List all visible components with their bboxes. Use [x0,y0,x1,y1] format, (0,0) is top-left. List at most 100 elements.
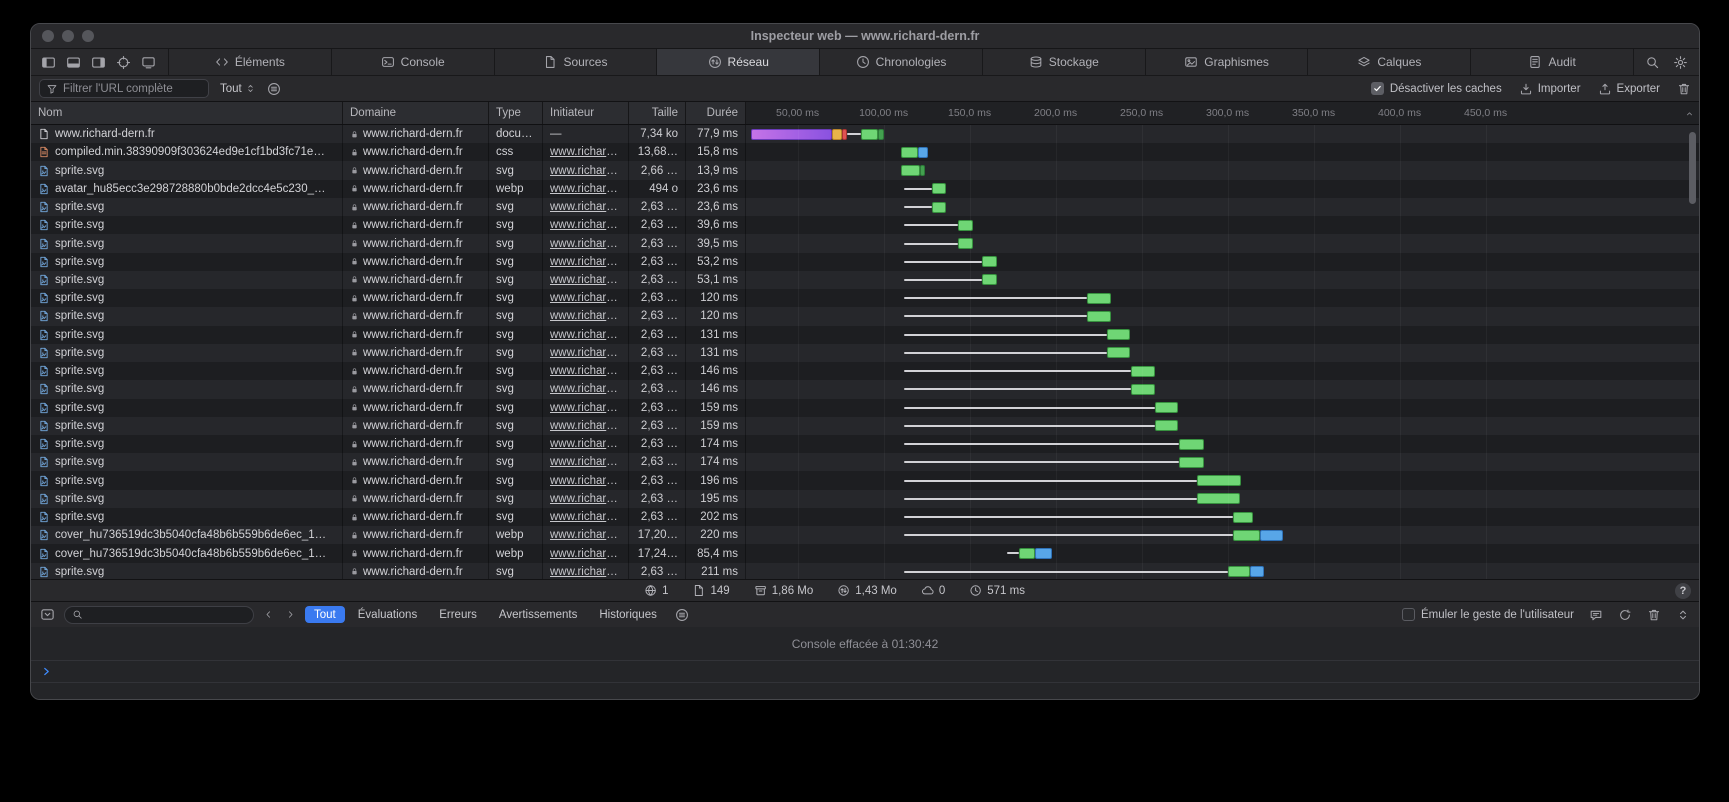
table-row[interactable]: sprite.svgwww.richard-dern.frsvgwww.rich… [31,289,1699,307]
toggle-bottom-panel-button[interactable] [66,55,81,70]
tab-console[interactable]: Console [332,49,495,75]
console-messages-button[interactable] [1589,608,1603,622]
resource-initiator[interactable]: www.richard-d… [550,329,621,341]
tab-audit[interactable]: Audit [1471,49,1634,75]
console-mode-button[interactable] [40,607,55,622]
tab-layers[interactable]: Calques [1308,49,1471,75]
emulate-user-gesture-checkbox[interactable]: Émuler le geste de l'utilisateur [1402,608,1574,621]
table-row[interactable]: sprite.svgwww.richard-dern.frsvgwww.rich… [31,435,1699,453]
resource-initiator[interactable]: www.richard-d… [550,420,621,432]
resource-initiator[interactable]: www.richard-d… [550,402,621,414]
table-row[interactable]: sprite.svgwww.richard-dern.frsvgwww.rich… [31,563,1699,579]
resource-initiator[interactable]: www.richard-d… [550,292,621,304]
resource-initiator[interactable]: www.richard-d… [550,456,621,468]
table-row[interactable]: sprite.svgwww.richard-dern.frsvgwww.rich… [31,198,1699,216]
resource-initiator[interactable]: www.richard-d… [550,493,621,505]
toggle-console-size-button[interactable] [1676,608,1690,622]
console-scope-tout[interactable]: Tout [305,606,345,623]
toggle-left-sidebar-button[interactable] [41,55,56,70]
table-row[interactable]: sprite.svgwww.richard-dern.frsvgwww.rich… [31,380,1699,398]
resource-initiator[interactable]: www.richard-d… [550,511,621,523]
clear-console-button[interactable] [1647,608,1661,622]
table-row[interactable]: cover_hu736519dc3b5040cfa48b6b559b6de6ec… [31,526,1699,544]
tab-timelines[interactable]: Chronologies [820,49,983,75]
zoom-button[interactable] [82,30,94,42]
table-row[interactable]: sprite.svgwww.richard-dern.frsvgwww.rich… [31,508,1699,526]
resource-initiator[interactable]: www.richard-d… [550,475,621,487]
table-row[interactable]: sprite.svgwww.richard-dern.frsvgwww.rich… [31,471,1699,489]
titlebar[interactable]: Inspecteur web — www.richard-dern.fr [31,24,1699,49]
help-button[interactable]: ? [1675,583,1691,599]
console-scope-historiques[interactable]: Historiques [590,606,666,623]
filter-options-button[interactable] [267,82,281,96]
toggle-right-sidebar-button[interactable] [91,55,106,70]
responsive-mode-button[interactable] [141,55,156,70]
console-prompt[interactable] [31,661,1699,683]
table-row[interactable]: sprite.svgwww.richard-dern.frsvgwww.rich… [31,216,1699,234]
search-button[interactable] [1645,55,1660,70]
resource-initiator[interactable]: www.richard-d… [550,438,621,450]
console-scope-erreurs[interactable]: Erreurs [430,606,486,623]
close-button[interactable] [42,30,54,42]
next-message-button[interactable] [285,609,296,620]
table-row[interactable]: sprite.svgwww.richard-dern.frsvgwww.rich… [31,326,1699,344]
table-row[interactable]: www.richard-dern.frwww.richard-dern.frdo… [31,125,1699,143]
inspect-element-button[interactable] [116,55,131,70]
column-header-nom[interactable]: Nom [31,102,343,124]
settings-button[interactable] [1673,55,1688,70]
table-row[interactable]: sprite.svgwww.richard-dern.frsvgwww.rich… [31,234,1699,252]
resource-initiator[interactable]: www.richard-d… [550,529,621,541]
table-row[interactable]: avatar_hu85ecc3e298728880b0bde2dcc4e5c23… [31,180,1699,198]
reload-icon-button[interactable] [1618,608,1632,622]
resource-initiator[interactable]: www.richard-d… [550,383,621,395]
export-button[interactable]: Exporter [1598,82,1660,96]
table-row[interactable]: sprite.svgwww.richard-dern.frsvgwww.rich… [31,253,1699,271]
table-row[interactable]: sprite.svgwww.richard-dern.frsvgwww.rich… [31,399,1699,417]
console-scope-évaluations[interactable]: Évaluations [349,606,426,623]
table-row[interactable]: sprite.svgwww.richard-dern.frsvgwww.rich… [31,362,1699,380]
tab-elements[interactable]: Éléments [169,49,332,75]
column-header-type[interactable]: Type [489,102,543,124]
resource-initiator[interactable]: www.richard-d… [550,201,621,213]
scrollbar-thumb[interactable] [1689,132,1696,204]
column-header-taille[interactable]: Taille [629,102,686,124]
scroll-up-icon[interactable] [1684,108,1695,119]
column-header-duree[interactable]: Durée [686,102,746,124]
tab-graphics[interactable]: Graphismes [1146,49,1309,75]
table-row[interactable]: sprite.svgwww.richard-dern.frsvgwww.rich… [31,453,1699,471]
resource-initiator[interactable]: www.richard-d… [550,256,621,268]
console-options-button[interactable] [675,608,689,622]
resource-initiator[interactable]: www.richard-d… [550,165,621,177]
url-filter-field[interactable] [39,79,209,98]
resource-initiator[interactable]: www.richard-d… [550,365,621,377]
table-row[interactable]: sprite.svgwww.richard-dern.frsvgwww.rich… [31,417,1699,435]
table-row[interactable]: sprite.svgwww.richard-dern.frsvgwww.rich… [31,307,1699,325]
table-row[interactable]: cover_hu736519dc3b5040cfa48b6b559b6de6ec… [31,544,1699,562]
console-search-field[interactable] [64,606,254,624]
column-header-domaine[interactable]: Domaine [343,102,489,124]
minimize-button[interactable] [62,30,74,42]
resource-initiator[interactable]: www.richard-d… [550,566,621,578]
tab-storage[interactable]: Stockage [983,49,1146,75]
resource-initiator[interactable]: www.richard-d… [550,347,621,359]
table-row[interactable]: sprite.svgwww.richard-dern.frsvgwww.rich… [31,490,1699,508]
clear-network-items-button[interactable] [1677,82,1691,96]
previous-message-button[interactable] [263,609,274,620]
console-scope-avertissements[interactable]: Avertissements [490,606,586,623]
disable-caches-checkbox[interactable]: Désactiver les caches [1371,82,1502,95]
resource-initiator[interactable]: www.richard-d… [550,183,621,195]
console-search-input[interactable] [87,609,246,621]
table-row[interactable]: sprite.svgwww.richard-dern.frsvgwww.rich… [31,161,1699,179]
tab-network[interactable]: Réseau [657,49,820,75]
resource-initiator[interactable]: www.richard-d… [550,274,621,286]
resource-initiator[interactable]: www.richard-d… [550,238,621,250]
url-filter-input[interactable] [63,83,202,95]
table-row[interactable]: sprite.svgwww.richard-dern.frsvgwww.rich… [31,271,1699,289]
resource-initiator[interactable]: www.richard-d… [550,310,621,322]
table-row[interactable]: compiled.min.38390909f303624ed9e1cf1bd3f… [31,143,1699,161]
table-row[interactable]: sprite.svgwww.richard-dern.frsvgwww.rich… [31,344,1699,362]
import-button[interactable]: Importer [1519,82,1581,96]
column-header-initiateur[interactable]: Initiateur [543,102,629,124]
resource-initiator[interactable]: www.richard-d… [550,146,621,158]
tab-sources[interactable]: Sources [495,49,658,75]
